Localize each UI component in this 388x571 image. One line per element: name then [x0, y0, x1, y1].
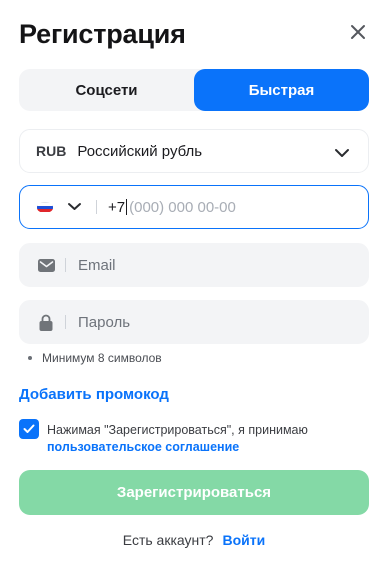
password-hint: Минимум 8 символов — [28, 351, 162, 365]
password-field[interactable]: Пароль — [19, 300, 369, 344]
agreement-checkbox[interactable] — [19, 419, 39, 439]
tab-fast[interactable]: Быстрая — [194, 69, 369, 111]
currency-code: RUB — [36, 143, 67, 159]
login-link[interactable]: Войти — [222, 532, 265, 548]
bullet-icon — [28, 356, 32, 360]
chevron-down-icon[interactable] — [67, 198, 82, 216]
mail-icon — [37, 256, 55, 274]
add-promo-link[interactable]: Добавить промокод — [19, 386, 169, 403]
text-caret — [126, 199, 128, 215]
password-hint-text: Минимум 8 символов — [42, 351, 162, 365]
russia-flag-icon[interactable] — [37, 201, 53, 213]
divider — [65, 258, 66, 272]
register-button[interactable]: Зарегистрироваться — [19, 470, 369, 515]
lock-icon — [37, 313, 55, 331]
login-question: Есть аккаунт? — [122, 532, 214, 548]
phone-prefix: +7 — [108, 198, 126, 216]
checkmark-icon — [23, 424, 35, 433]
email-placeholder: Email — [78, 256, 116, 274]
login-row: Есть аккаунт? Войти — [0, 532, 388, 548]
password-placeholder: Пароль — [78, 313, 131, 331]
close-icon[interactable] — [350, 24, 366, 40]
currency-select[interactable]: RUB Российский рубль — [19, 129, 369, 173]
currency-name: Российский рубль — [77, 142, 203, 160]
user-agreement-link[interactable]: пользовательское соглашение — [47, 439, 347, 456]
phone-field[interactable]: +7 (000) 000 00-00 — [19, 185, 369, 229]
agreement-label: Нажимая "Зарегистрироваться", я принимаю — [47, 423, 308, 437]
tab-social[interactable]: Соцсети — [19, 69, 194, 111]
divider — [96, 200, 97, 214]
registration-tabs: Соцсети Быстрая — [19, 69, 369, 111]
email-field[interactable]: Email — [19, 243, 369, 287]
agreement-text: Нажимая "Зарегистрироваться", я принимаю… — [47, 422, 347, 456]
divider — [65, 315, 66, 329]
modal-title: Регистрация — [19, 19, 186, 49]
phone-placeholder: (000) 000 00-00 — [129, 198, 236, 216]
chevron-down-icon — [334, 145, 350, 163]
